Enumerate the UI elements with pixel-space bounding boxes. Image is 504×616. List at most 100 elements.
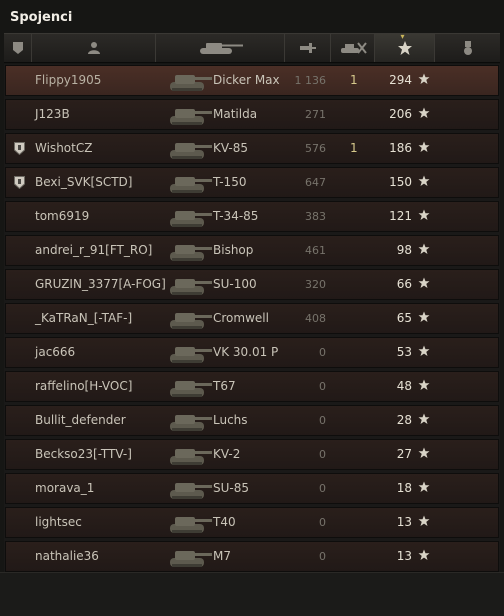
player-row[interactable]: Bexi_SVK[SCTD] T-150 647 150 <box>5 167 499 198</box>
experience-value: 186 <box>389 141 412 155</box>
experience-star-icon <box>418 277 430 288</box>
experience-value: 294 <box>389 73 412 87</box>
vehicle-icon <box>170 109 212 125</box>
experience-value: 150 <box>389 175 412 189</box>
player-name: WishotCZ <box>35 141 93 155</box>
damage-value: 0 <box>319 414 326 427</box>
sort-player-column[interactable] <box>32 34 156 62</box>
experience-star-icon <box>418 379 430 390</box>
player-row[interactable]: WishotCZ KV-85 576 1 186 <box>5 133 499 164</box>
experience-value: 13 <box>396 549 412 563</box>
vehicle-name: Dicker Max <box>213 73 280 87</box>
vehicle-name: T-150 <box>213 175 247 189</box>
vehicle-icon <box>170 381 212 397</box>
player-name: lightsec <box>35 515 82 529</box>
experience-value: 13 <box>396 515 412 529</box>
damage-value: 271 <box>305 108 326 121</box>
player-name: Bullit_defender <box>35 413 126 427</box>
kills-value: 1 <box>350 73 358 87</box>
vehicle-icon <box>170 483 212 499</box>
vehicle-icon <box>170 75 212 91</box>
experience-star-icon <box>418 243 430 254</box>
damage-value: 0 <box>319 550 326 563</box>
sort-kills-column[interactable] <box>331 34 375 62</box>
vehicle-name: SU-85 <box>213 481 249 495</box>
damage-value: 0 <box>319 380 326 393</box>
player-name: GRUZIN_3377[A-FOG] <box>35 277 166 291</box>
vehicle-name: T-34-85 <box>213 209 259 223</box>
player-name: andrei_r_91[FT_RO] <box>35 243 153 257</box>
player-row[interactable]: J123B Matilda 271 206 <box>5 99 499 130</box>
player-row[interactable]: _KaTRaN_[-TAF-] Cromwell 408 65 <box>5 303 499 334</box>
player-row[interactable]: lightsec T40 0 13 <box>5 507 499 538</box>
experience-value: 53 <box>396 345 412 359</box>
player-row[interactable]: jac666 VK 30.01 P 0 53 <box>5 337 499 368</box>
scoreboard-header: ▾ <box>4 32 500 63</box>
rank-badge-icon <box>14 176 25 189</box>
player-name: jac666 <box>35 345 76 359</box>
sort-tank-column[interactable] <box>156 34 285 62</box>
experience-value: 66 <box>396 277 412 291</box>
vehicle-name: KV-2 <box>213 447 241 461</box>
player-name: raffelino[H-VOC] <box>35 379 133 393</box>
experience-value: 28 <box>396 413 412 427</box>
player-row-self[interactable]: Flippy1905 Dicker Max 1 136 1 294 <box>5 65 499 96</box>
experience-star-icon <box>418 107 430 118</box>
medal-icon <box>463 41 472 55</box>
scoreboard-footer <box>0 572 504 616</box>
damage-value: 0 <box>319 516 326 529</box>
experience-value: 18 <box>396 481 412 495</box>
player-list: Flippy1905 Dicker Max 1 136 1 294 J123B Matild… <box>4 64 500 572</box>
sort-experience-column[interactable]: ▾ <box>375 32 435 62</box>
vehicle-name: Bishop <box>213 243 254 257</box>
experience-star-icon <box>418 549 430 560</box>
experience-star-icon <box>418 447 430 458</box>
vehicle-icon <box>170 143 212 159</box>
sort-damage-column[interactable] <box>285 34 331 62</box>
experience-star-icon <box>418 345 430 356</box>
player-row[interactable]: morava_1 SU-85 0 18 <box>5 473 499 504</box>
player-row[interactable]: nathalie36 M7 0 13 <box>5 541 499 572</box>
player-row[interactable]: Bullit_defender Luchs 0 28 <box>5 405 499 436</box>
vehicle-icon <box>170 415 212 431</box>
vehicle-name: SU-100 <box>213 277 257 291</box>
damage-value: 0 <box>319 448 326 461</box>
tank-icon <box>200 43 243 54</box>
player-row[interactable]: tom6919 T-34-85 383 121 <box>5 201 499 232</box>
sort-squad-column[interactable] <box>4 34 32 62</box>
vehicle-name: Matilda <box>213 107 258 121</box>
player-row[interactable]: Beckso23[-TTV-] KV-2 0 27 <box>5 439 499 470</box>
experience-star-icon <box>418 175 430 186</box>
player-row[interactable]: GRUZIN_3377[A-FOG] SU-100 320 66 <box>5 269 499 300</box>
player-icon <box>87 42 100 54</box>
vehicle-name: T40 <box>213 515 236 529</box>
vehicle-name: VK 30.01 P <box>213 345 279 359</box>
damage-icon <box>299 43 316 53</box>
player-row[interactable]: raffelino[H-VOC] T67 0 48 <box>5 371 499 402</box>
experience-value: 27 <box>396 447 412 461</box>
experience-star-icon <box>397 41 412 55</box>
vehicle-icon <box>170 347 212 363</box>
experience-value: 48 <box>396 379 412 393</box>
kills-value: 1 <box>350 141 358 155</box>
vehicle-icon <box>170 517 212 533</box>
sort-indicator-icon: ▾ <box>400 32 405 41</box>
damage-value: 320 <box>305 278 326 291</box>
team-title: Spojenci <box>10 10 73 25</box>
vehicle-name: T67 <box>213 379 236 393</box>
experience-star-icon <box>418 209 430 220</box>
damage-value: 408 <box>305 312 326 325</box>
vehicle-icon <box>170 245 212 261</box>
vehicle-name: Luchs <box>213 413 248 427</box>
experience-star-icon <box>418 413 430 424</box>
damage-value: 383 <box>305 210 326 223</box>
player-name: morava_1 <box>35 481 95 495</box>
player-row[interactable]: andrei_r_91[FT_RO] Bishop 461 98 <box>5 235 499 266</box>
vehicle-icon <box>170 449 212 465</box>
sort-medal-column[interactable] <box>435 34 500 62</box>
vehicle-icon <box>170 313 212 329</box>
experience-star-icon <box>418 141 430 152</box>
vehicle-icon <box>170 279 212 295</box>
vehicle-name: M7 <box>213 549 231 563</box>
experience-star-icon <box>418 73 430 84</box>
